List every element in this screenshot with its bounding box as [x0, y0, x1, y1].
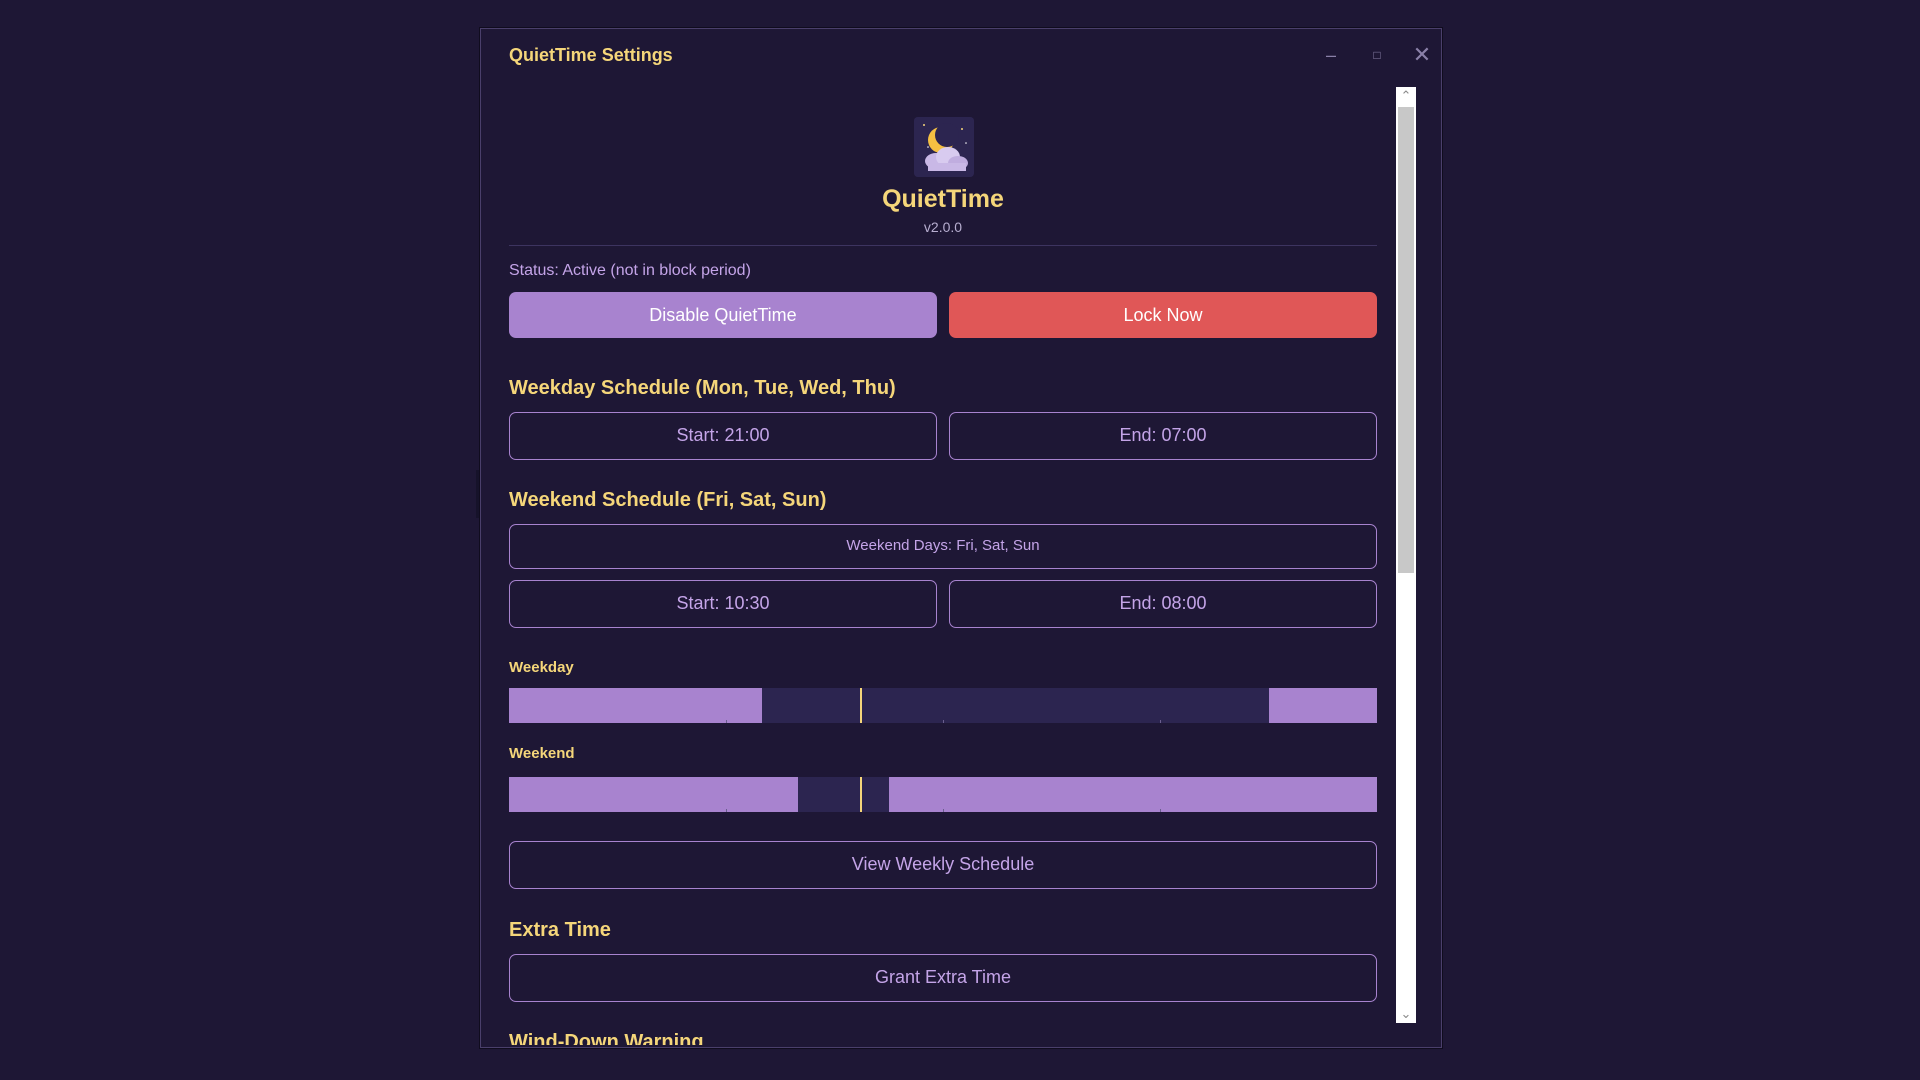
vertical-scrollbar[interactable]: ⌃ ⌄: [1396, 87, 1416, 1023]
weekend-timeline-bar: [509, 777, 1377, 812]
extra-time-title: Extra Time: [509, 919, 611, 941]
weekend-block-segment: [888, 777, 1377, 812]
weekday-timeline-bar: [509, 688, 1377, 723]
view-weekly-schedule-button[interactable]: View Weekly Schedule: [509, 841, 1377, 889]
app-name: QuietTime: [882, 185, 1004, 213]
disable-quiettime-button[interactable]: Disable QuietTime: [509, 292, 937, 338]
weekday-end-button[interactable]: End: 07:00: [949, 412, 1377, 460]
moon-cloud-logo: [914, 117, 974, 177]
weekend-start-button[interactable]: Start: 10:30: [509, 580, 937, 628]
weekday-hour-tick: [943, 720, 944, 723]
settings-window: QuietTime Settings – □ ✕ QuietTime v2.0.…: [480, 28, 1442, 1048]
grant-extra-time-button[interactable]: Grant Extra Time: [509, 954, 1377, 1002]
weekend-block-segment: [509, 777, 799, 812]
scroll-down-icon[interactable]: ⌄: [1396, 1005, 1416, 1023]
status-text: Status: Active (not in block period): [509, 262, 751, 279]
scroll-up-icon[interactable]: ⌃: [1396, 87, 1416, 105]
scrollbar-thumb[interactable]: [1398, 107, 1414, 573]
wind-down-warning-title: Wind-Down Warning: [509, 1031, 704, 1045]
weekend-end-button[interactable]: End: 08:00: [949, 580, 1377, 628]
app-version: v2.0.0: [923, 219, 963, 235]
lock-now-button[interactable]: Lock Now: [949, 292, 1377, 338]
weekend-timeline-label: Weekend: [509, 745, 575, 762]
weekday-schedule-title: Weekday Schedule (Mon, Tue, Wed, Thu): [509, 377, 896, 399]
weekend-hour-tick: [1160, 809, 1161, 812]
title-bar[interactable]: QuietTime Settings – □ ✕: [481, 29, 1441, 81]
window-title: QuietTime Settings: [509, 45, 673, 65]
weekday-hour-tick: [726, 720, 727, 723]
minimize-icon[interactable]: –: [1319, 43, 1343, 67]
maximize-icon[interactable]: □: [1365, 43, 1389, 67]
weekend-days-button[interactable]: Weekend Days: Fri, Sat, Sun: [509, 524, 1377, 569]
header-divider: [509, 245, 1377, 246]
weekend-hour-tick: [726, 809, 727, 812]
weekend-schedule-title: Weekend Schedule (Fri, Sat, Sun): [509, 489, 827, 511]
weekday-now-marker: [859, 688, 862, 723]
weekday-timeline-label: Weekday: [509, 659, 574, 676]
weekday-hour-tick: [1160, 720, 1161, 723]
weekday-start-button[interactable]: Start: 21:00: [509, 412, 937, 460]
weekend-now-marker: [859, 777, 862, 812]
weekday-block-segment: [1268, 688, 1377, 723]
weekend-hour-tick: [943, 809, 944, 812]
close-icon[interactable]: ✕: [1410, 43, 1434, 67]
settings-content: QuietTime v2.0.0 Status: Active (not in …: [509, 87, 1377, 1045]
weekday-block-segment: [509, 688, 763, 723]
